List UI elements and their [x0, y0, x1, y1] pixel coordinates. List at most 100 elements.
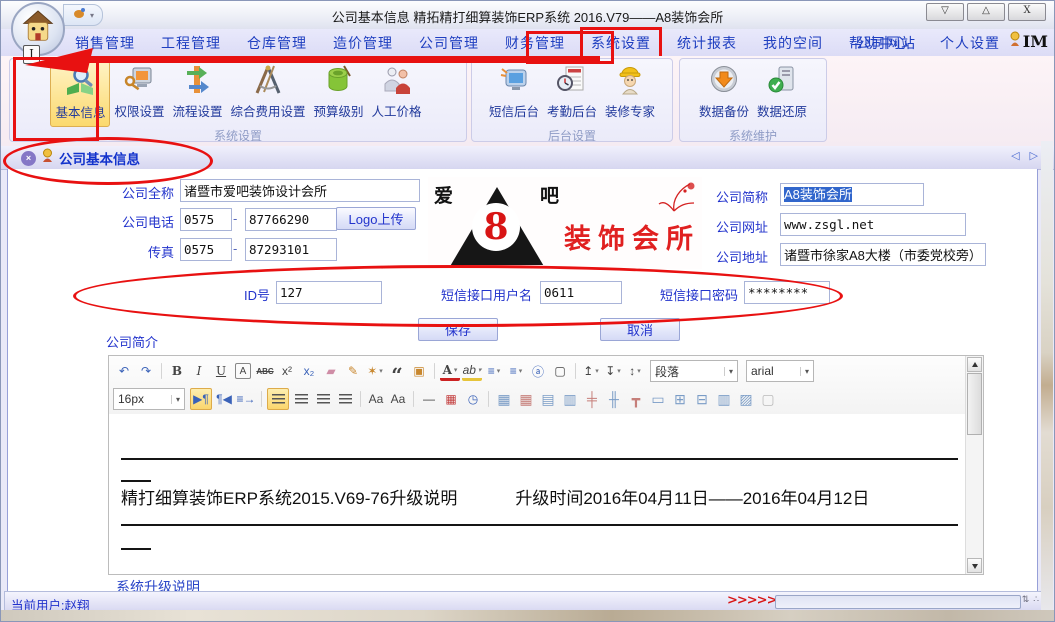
insert-date-icon[interactable]: ▦ — [441, 389, 461, 409]
menu-item[interactable]: 造价管理 — [325, 30, 401, 56]
highlight-color-icon[interactable]: ab — [462, 362, 482, 381]
italic-icon[interactable]: I — [189, 361, 209, 381]
scroll-up-icon[interactable] — [967, 357, 982, 372]
ribbon-fee-settings-button[interactable]: 综合费用设置 — [227, 61, 310, 127]
font-size-select[interactable]: 16px — [113, 388, 185, 410]
eraser-icon[interactable]: ▰ — [321, 361, 341, 381]
sms-username-input[interactable] — [540, 281, 622, 304]
redo-icon[interactable]: ↷ — [136, 361, 156, 381]
insert-row-icon[interactable]: ╪ — [582, 389, 602, 409]
rtl-paragraph-icon[interactable]: ¶◀ — [214, 389, 234, 409]
bullet-list-icon[interactable]: ≡ — [506, 361, 526, 381]
sort-toggle-icon[interactable]: ⇅ — [1022, 594, 1030, 605]
insert-row-after-icon[interactable]: ⊞ — [670, 389, 690, 409]
separator[interactable] — [413, 391, 414, 407]
lowercase-icon[interactable]: Aa — [388, 389, 408, 409]
menu-item[interactable]: 系统设置 — [583, 30, 659, 56]
cancel-button[interactable]: 取消 — [600, 318, 680, 341]
undo-icon[interactable]: ↶ — [114, 361, 134, 381]
tab-close-icon[interactable]: × — [21, 151, 36, 166]
save-button[interactable]: 保存 — [418, 318, 498, 341]
ribbon-permission-settings-button[interactable]: 权限设置 — [110, 61, 168, 127]
delete-table-icon[interactable]: ▦ — [516, 389, 536, 409]
company-address-input[interactable] — [780, 243, 986, 266]
magic-wand-icon[interactable]: ✶ — [365, 361, 385, 381]
ordered-list-icon[interactable]: ≡ — [484, 361, 504, 381]
ribbon-sms-backend-button[interactable]: 短信后台 — [485, 61, 543, 127]
menu-item[interactable]: 公司管理 — [411, 30, 487, 56]
company-full-name-input[interactable] — [180, 179, 420, 202]
insert-table-icon[interactable]: ▦ — [494, 389, 514, 409]
phone-area-input[interactable] — [180, 208, 232, 231]
cell-properties-icon[interactable]: ▥ — [560, 389, 580, 409]
font-color-icon[interactable]: A — [440, 362, 460, 381]
horizontal-rule-icon[interactable]: — — [419, 389, 439, 409]
strikethrough-icon[interactable]: ABC — [255, 361, 275, 381]
uppercase-icon[interactable]: Aa — [366, 389, 386, 409]
editor-scrollbar[interactable] — [965, 356, 983, 574]
subscript-icon[interactable]: x₂ — [299, 361, 319, 381]
menu-item[interactable]: 统计报表 — [669, 30, 745, 56]
tab-nav-right-icon[interactable]: ▷ — [1030, 149, 1038, 162]
phone-number-input[interactable] — [245, 208, 337, 231]
align-bottom-icon[interactable]: ↧ — [603, 361, 623, 381]
superscript-icon[interactable]: x² — [277, 361, 297, 381]
blockquote-icon[interactable]: “ — [387, 357, 407, 385]
align-center-icon[interactable] — [291, 389, 311, 409]
close-button[interactable]: X — [1008, 3, 1046, 21]
underline-icon[interactable]: U — [211, 361, 231, 381]
id-input[interactable] — [276, 281, 382, 304]
paragraph-select[interactable]: 段落 — [650, 360, 738, 382]
tab-company-basic-info[interactable]: × 公司基本信息 — [11, 148, 150, 168]
table-borders-icon[interactable]: ▥ — [714, 389, 734, 409]
company-website-input[interactable] — [780, 213, 966, 236]
fax-number-input[interactable] — [245, 238, 337, 261]
resize-grip-icon[interactable]: ∴ — [1033, 594, 1039, 605]
align-justify-icon[interactable] — [335, 389, 355, 409]
row-properties-icon[interactable]: ▤ — [538, 389, 558, 409]
chevron-down-icon[interactable]: ▾ — [90, 11, 94, 20]
editor-content[interactable]: 精打细算装饰ERP系统2015.V69-76升级说明升级时间2016年04月11… — [109, 414, 966, 574]
quick-access-toolbar[interactable]: ▾ — [63, 4, 103, 26]
insert-row-before-icon[interactable]: ⊟ — [692, 389, 712, 409]
ribbon-attendance-backend-button[interactable]: 考勤后台 — [543, 61, 601, 127]
ribbon-basic-info-button[interactable]: 基本信息 — [50, 61, 110, 127]
menu-item[interactable]: 财务管理 — [497, 30, 573, 56]
merge-cells-icon[interactable]: ▭ — [648, 389, 668, 409]
ribbon-decoration-expert-button[interactable]: 装修专家 — [601, 61, 659, 127]
scrollbar-thumb[interactable] — [967, 373, 982, 435]
logo-upload-button[interactable]: Logo上传 — [336, 207, 416, 230]
minimize-button[interactable]: ▽ — [926, 3, 964, 21]
menu-item[interactable]: 销售管理 — [67, 30, 143, 56]
separator[interactable] — [360, 391, 361, 407]
ltr-paragraph-icon[interactable]: ▶¶ — [190, 388, 212, 410]
align-right-icon[interactable] — [313, 389, 333, 409]
fax-area-input[interactable] — [180, 238, 232, 261]
split-cells-icon[interactable]: ┳ — [626, 389, 646, 409]
company-short-name-input[interactable]: A8装饰会所 — [780, 183, 924, 206]
indent-icon[interactable]: ≡→ — [236, 389, 256, 409]
sms-password-input[interactable] — [744, 281, 830, 304]
insert-column-icon[interactable]: ╫ — [604, 389, 624, 409]
im-button[interactable]: IM — [1008, 31, 1048, 51]
scroll-down-icon[interactable] — [967, 558, 982, 573]
format-painter-icon[interactable]: ✎ — [343, 361, 363, 381]
preview-icon[interactable]: ▢ — [758, 389, 778, 409]
paste-text-icon[interactable]: ▣ — [409, 361, 429, 381]
insert-time-icon[interactable]: ◷ — [463, 389, 483, 409]
ribbon-process-settings-button[interactable]: 流程设置 — [168, 61, 226, 127]
maximize-button[interactable]: △ — [967, 3, 1005, 21]
ribbon-data-restore-button[interactable]: 数据还原 — [753, 61, 811, 127]
menu-item[interactable]: 公司网站 — [848, 30, 924, 56]
bold-icon[interactable]: B — [167, 361, 187, 381]
align-left-icon[interactable] — [267, 388, 289, 410]
separator[interactable] — [261, 391, 262, 407]
separator[interactable] — [575, 363, 576, 379]
ribbon-labor-price-button[interactable]: 人工价格 — [368, 61, 426, 127]
tab-nav-left-icon[interactable]: ◁ — [1011, 149, 1019, 162]
separator[interactable] — [161, 363, 162, 379]
line-height-icon[interactable]: ↕ — [625, 361, 645, 381]
separator[interactable] — [488, 391, 489, 407]
new-document-icon[interactable]: ▢ — [550, 361, 570, 381]
font-family-select[interactable]: arial — [746, 360, 814, 382]
